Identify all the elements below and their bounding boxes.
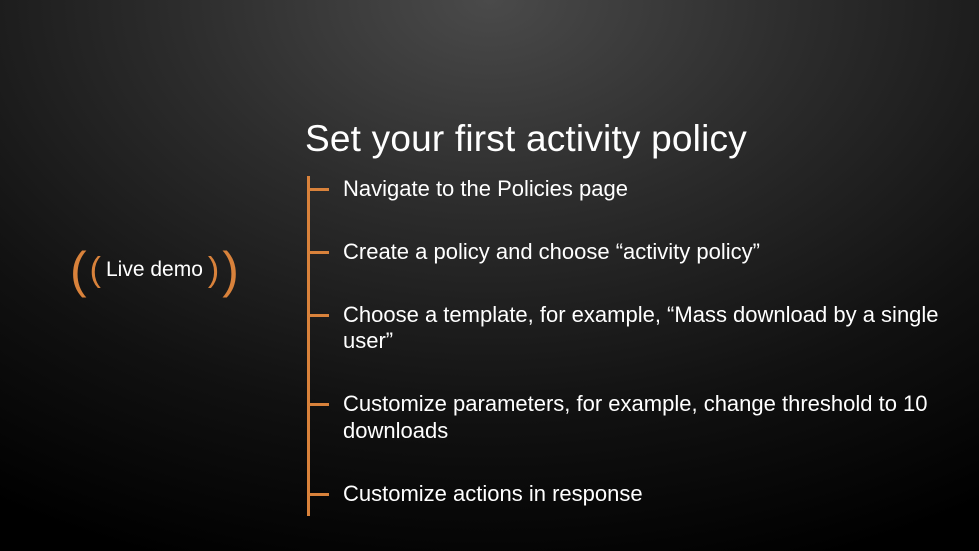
list-item: Customize actions in response [307, 481, 947, 508]
list-item: Navigate to the Policies page [307, 176, 947, 203]
step-text: Create a policy and choose “activity pol… [343, 239, 760, 264]
list-item: Customize parameters, for example, chang… [307, 391, 947, 445]
step-text: Choose a template, for example, “Mass do… [343, 302, 939, 354]
step-text: Customize parameters, for example, chang… [343, 391, 928, 443]
list-item: Create a policy and choose “activity pol… [307, 239, 947, 266]
tick-icon [307, 314, 329, 317]
step-text: Customize actions in response [343, 481, 643, 506]
tick-icon [307, 493, 329, 496]
tick-icon [307, 188, 329, 191]
slide: Set your first activity policy ( ( Live … [0, 0, 979, 551]
list-item: Choose a template, for example, “Mass do… [307, 302, 947, 356]
live-demo-badge: ( ( Live demo ) ) [70, 245, 239, 295]
step-text: Navigate to the Policies page [343, 176, 628, 201]
live-demo-text: Live demo [104, 258, 205, 282]
paren-right-outer-icon: ) [222, 245, 239, 295]
slide-title: Set your first activity policy [305, 118, 747, 160]
tick-icon [307, 403, 329, 406]
steps-list: Navigate to the Policies page Create a p… [307, 176, 947, 516]
paren-left-outer-icon: ( [70, 245, 87, 295]
paren-left-inner-icon: ( [90, 253, 101, 287]
paren-right-inner-icon: ) [208, 253, 219, 287]
tick-icon [307, 251, 329, 254]
